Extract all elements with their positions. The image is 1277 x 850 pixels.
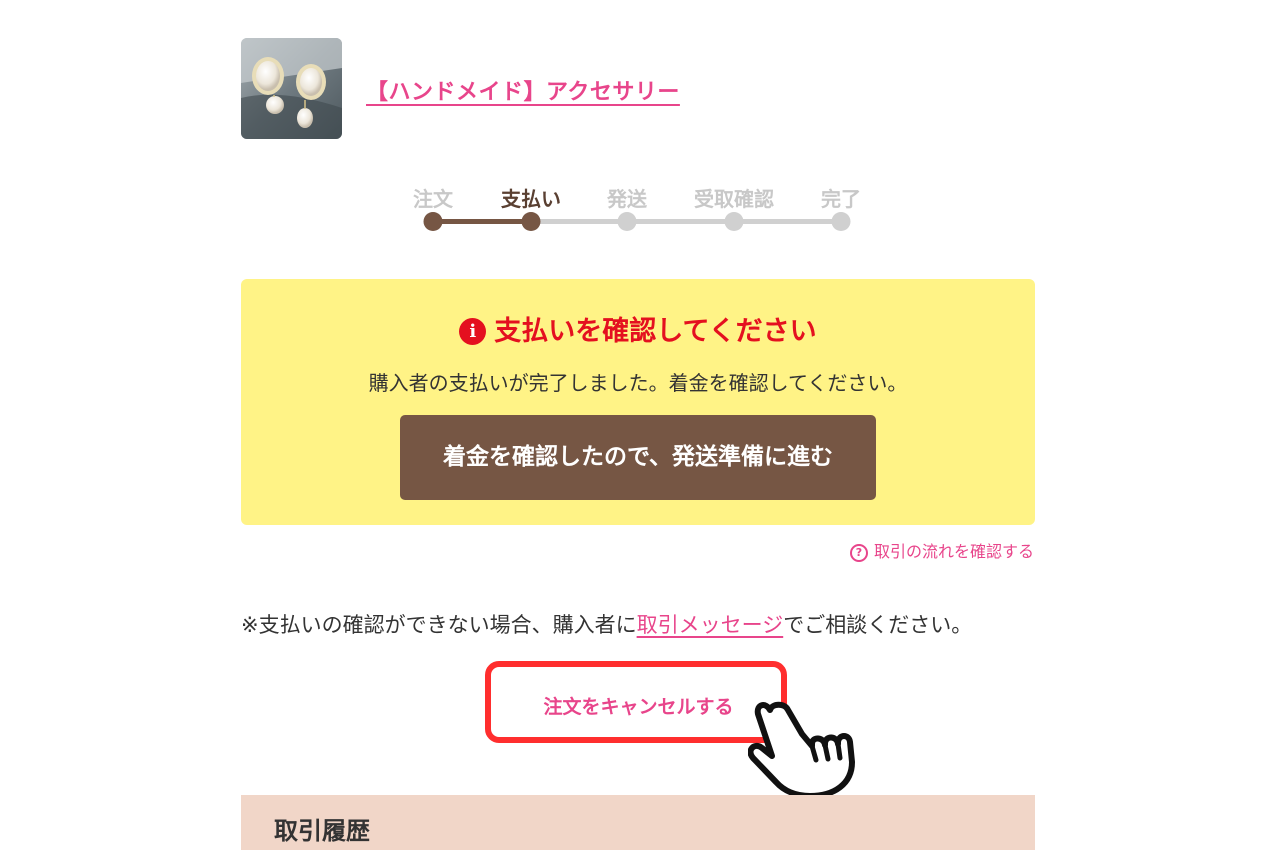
flow-link-label: 取引の流れを確認する — [873, 542, 1034, 561]
transaction-message-link[interactable]: 取引メッセージ — [637, 613, 784, 637]
step-label-order: 注文 — [413, 187, 453, 211]
notice-message: 購入者の支払いが完了しました。着金を確認してください。 — [368, 371, 908, 395]
pearl-earrings-image — [241, 38, 342, 139]
step-dot-order — [423, 212, 443, 231]
step-dot-payment — [521, 212, 541, 231]
product-title-link[interactable]: 【ハンドメイド】アクセサリー — [366, 74, 680, 106]
transaction-history-header: 取引履歴 — [241, 795, 1035, 850]
progress-line-done — [433, 219, 531, 224]
step-dot-shipping — [617, 212, 637, 231]
progress-steps: 注文 支払い 発送 受取確認 完了 — [0, 180, 1277, 240]
notice-title: i 支払いを確認してください — [241, 309, 1035, 348]
product-thumbnail[interactable] — [241, 38, 342, 139]
question-circle-icon: ? — [849, 544, 868, 562]
payment-notice-box: i 支払いを確認してください 購入者の支払いが完了しました。着金を確認してください… — [241, 279, 1035, 525]
step-label-complete: 完了 — [821, 187, 861, 211]
confirm-payment-button[interactable]: 着金を確認したので、発送準備に進む — [400, 415, 876, 500]
step-dot-receipt — [724, 212, 744, 231]
transaction-page: 【ハンドメイド】アクセサリー 注文 支払い 発送 受取確認 完了 i 支払いを確認… — [0, 0, 1277, 850]
step-label-shipping: 発送 — [607, 187, 647, 211]
transaction-flow-link[interactable]: ? 取引の流れを確認する — [849, 538, 1034, 562]
payment-issue-note: ※支払いの確認ができない場合、購入者に取引メッセージでご相談ください。 — [241, 609, 972, 639]
step-dot-complete — [831, 212, 851, 231]
note-suffix: でご相談ください。 — [783, 613, 973, 637]
history-title: 取引履歴 — [274, 817, 370, 845]
step-label-payment: 支払い — [501, 187, 561, 211]
progress-line-remaining — [531, 219, 841, 224]
info-icon: i — [459, 318, 487, 345]
notice-title-text: 支払いを確認してください — [494, 316, 817, 347]
cancel-order-button[interactable]: 注文をキャンセルする — [0, 692, 1277, 719]
note-prefix: ※支払いの確認ができない場合、購入者に — [241, 613, 637, 637]
step-label-receipt: 受取確認 — [694, 187, 774, 211]
